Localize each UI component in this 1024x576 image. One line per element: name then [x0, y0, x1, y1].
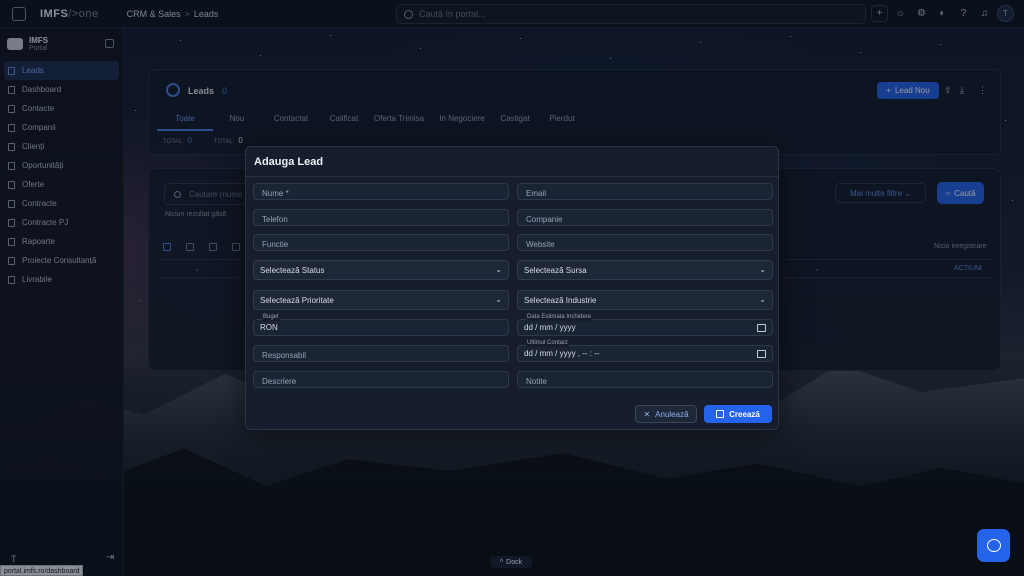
- calendar-icon[interactable]: [757, 324, 766, 332]
- chevron-down-icon: ⌄: [759, 295, 766, 304]
- companie-field[interactable]: Companie: [517, 209, 773, 226]
- telefon-field[interactable]: Telefon: [253, 209, 509, 226]
- responsabil-field[interactable]: Responsabil: [253, 345, 509, 362]
- chat-icon: [986, 539, 1001, 552]
- dialog-title: Adauga Lead: [254, 156, 324, 168]
- save-icon: [716, 410, 725, 418]
- nume-field[interactable]: Nume *: [253, 183, 509, 200]
- ultimul-contact-field[interactable]: Ultimul Contact dd / mm / yyyy , -- : --: [517, 339, 773, 362]
- sursa-select[interactable]: Selectează Sursa ⌄: [517, 260, 773, 280]
- status-select[interactable]: Selectează Status ⌄: [253, 260, 509, 280]
- buget-field[interactable]: Buget RON: [253, 313, 509, 336]
- chat-button[interactable]: [977, 529, 1010, 562]
- chevron-down-icon: ⌄: [495, 295, 502, 304]
- add-lead-dialog: Adauga Lead Nume * Email Telefon Compani…: [245, 146, 779, 430]
- create-button[interactable]: Creează: [704, 405, 772, 423]
- cancel-button[interactable]: ✕ Anulează: [635, 405, 697, 423]
- functie-field[interactable]: Functie: [253, 234, 509, 251]
- chevron-down-icon: ⌄: [759, 265, 766, 274]
- chevron-down-icon: ⌄: [495, 265, 502, 274]
- website-field[interactable]: Website: [517, 234, 773, 251]
- dock-toggle[interactable]: ^ Dock: [490, 556, 532, 568]
- prioritate-select[interactable]: Selectează Prioritate ⌄: [253, 290, 509, 310]
- industrie-select[interactable]: Selectează Industrie ⌄: [517, 290, 773, 310]
- calendar-icon[interactable]: [757, 350, 766, 358]
- chevron-up-icon: ^: [499, 558, 504, 566]
- notite-field[interactable]: Notite: [517, 371, 773, 388]
- descriere-field[interactable]: Descriere: [253, 371, 509, 388]
- close-icon: ✕: [643, 409, 651, 419]
- email-field[interactable]: Email: [517, 183, 773, 200]
- data-estimata-field[interactable]: Data Estimata Inchidere dd / mm / yyyy: [517, 313, 773, 336]
